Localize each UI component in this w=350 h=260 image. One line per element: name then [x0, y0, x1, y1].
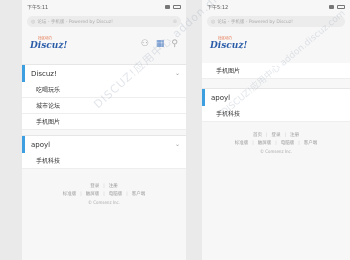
standard-link[interactable]: 标准版: [235, 141, 249, 146]
footer-version-links: 标准版 | 触屏版 | 电脑版 | 客户端: [234, 141, 318, 147]
category-header[interactable]: apoyl: [202, 89, 350, 106]
touch-link[interactable]: 触屏版: [86, 192, 100, 197]
standard-link[interactable]: 标准版: [63, 192, 77, 197]
chevron-down-icon[interactable]: ⌄: [175, 70, 180, 77]
status-bar: 下午5:12: [202, 0, 350, 14]
register-link[interactable]: 注册: [109, 184, 118, 189]
search-icon[interactable]: ⚲: [171, 39, 178, 49]
discuz-logo[interactable]: 社区动力 Discuz!: [210, 37, 247, 51]
globe-icon: ◎: [31, 18, 36, 25]
phone-screen-right: 下午5:12 ◎ 论坛 - 手机版 - Powered by Discuz! 社…: [202, 0, 350, 260]
login-link[interactable]: 登录: [272, 133, 281, 138]
touch-link[interactable]: 触屏版: [258, 141, 272, 146]
wifi-icon: [165, 5, 170, 9]
discuz-logo[interactable]: 社区动力 Discuz!: [30, 37, 67, 51]
site-header: 社区动力 Discuz! ⚇ ▦ ⚲: [22, 29, 186, 59]
chevron-down-icon[interactable]: ⌄: [175, 141, 180, 148]
address-bar[interactable]: ◎ 论坛 - 手机版 - Powered by Discuz! ⊗: [27, 16, 181, 27]
footer: 登录 | 注册 标准版 | 触屏版 | 电脑版 | 客户端 © Comsenz Inc.: [22, 183, 186, 206]
battery-icon: [337, 5, 345, 9]
desktop-link[interactable]: 电脑版: [109, 192, 123, 197]
forum-item[interactable]: 手机图片: [22, 114, 186, 130]
category-header[interactable]: Discuz! ⌄: [22, 65, 186, 82]
desktop-link[interactable]: 电脑版: [281, 141, 295, 146]
category-apoyl: apoyl 手机科技: [202, 89, 350, 122]
category-title: apoyl: [31, 140, 51, 149]
footer-top-links: 首页 | 登录 | 注册: [252, 133, 300, 138]
forum-item[interactable]: 手机图片: [202, 63, 350, 79]
forum-item[interactable]: 手机科技: [202, 106, 350, 122]
phone-screen-left: 下午5:11 ◎ 论坛 - 手机版 - Powered by Discuz! ⊗…: [22, 0, 186, 260]
user-icon[interactable]: ⚇: [141, 39, 149, 49]
home-link[interactable]: 首页: [253, 133, 262, 138]
category-header[interactable]: apoyl ⌄: [22, 136, 186, 153]
category-title: Discuz!: [31, 69, 57, 78]
close-icon[interactable]: ⊗: [173, 19, 177, 25]
footer-top-links: 登录 | 注册: [90, 184, 118, 189]
client-link[interactable]: 客户端: [132, 192, 146, 197]
address-text: 论坛 - 手机版 - Powered by Discuz!: [217, 19, 293, 25]
forum-item[interactable]: 吃喝玩乐: [22, 82, 186, 98]
logo-text: Discuz!: [210, 40, 248, 51]
category-title: apoyl: [211, 93, 231, 102]
category-discuz: Discuz! ⌄ 吃喝玩乐 城市论坛 手机图片: [22, 65, 186, 130]
register-link[interactable]: 注册: [290, 133, 299, 138]
grid-icon[interactable]: ▦: [156, 39, 165, 49]
client-link[interactable]: 客户端: [304, 141, 318, 146]
forum-item[interactable]: 手机科技: [22, 153, 186, 169]
globe-icon: ◎: [211, 18, 216, 25]
copyright: © Comsenz Inc.: [259, 149, 293, 155]
login-link[interactable]: 登录: [90, 184, 99, 189]
status-icons: [329, 5, 345, 9]
status-time: 下午5:11: [27, 4, 49, 11]
category-apoyl: apoyl ⌄ 手机科技: [22, 136, 186, 169]
copyright: © Comsenz Inc.: [87, 200, 121, 206]
battery-icon: [173, 5, 181, 9]
logo-text: Discuz!: [30, 40, 68, 51]
status-time: 下午5:12: [207, 4, 229, 11]
footer-version-links: 标准版 | 触屏版 | 电脑版 | 客户端: [62, 192, 146, 198]
status-bar: 下午5:11: [22, 0, 186, 14]
forum-item[interactable]: 城市论坛: [22, 98, 186, 114]
wifi-icon: [329, 5, 334, 9]
site-header: 社区动力 Discuz!: [202, 29, 350, 59]
address-bar[interactable]: ◎ 论坛 - 手机版 - Powered by Discuz!: [207, 16, 345, 27]
status-icons: [165, 5, 181, 9]
footer: 首页 | 登录 | 注册 标准版 | 触屏版 | 电脑版 | 客户端 © Comsenz Inc.: [202, 132, 350, 155]
header-icons: ⚇ ▦ ⚲: [141, 39, 178, 49]
address-text: 论坛 - 手机版 - Powered by Discuz!: [37, 19, 113, 25]
